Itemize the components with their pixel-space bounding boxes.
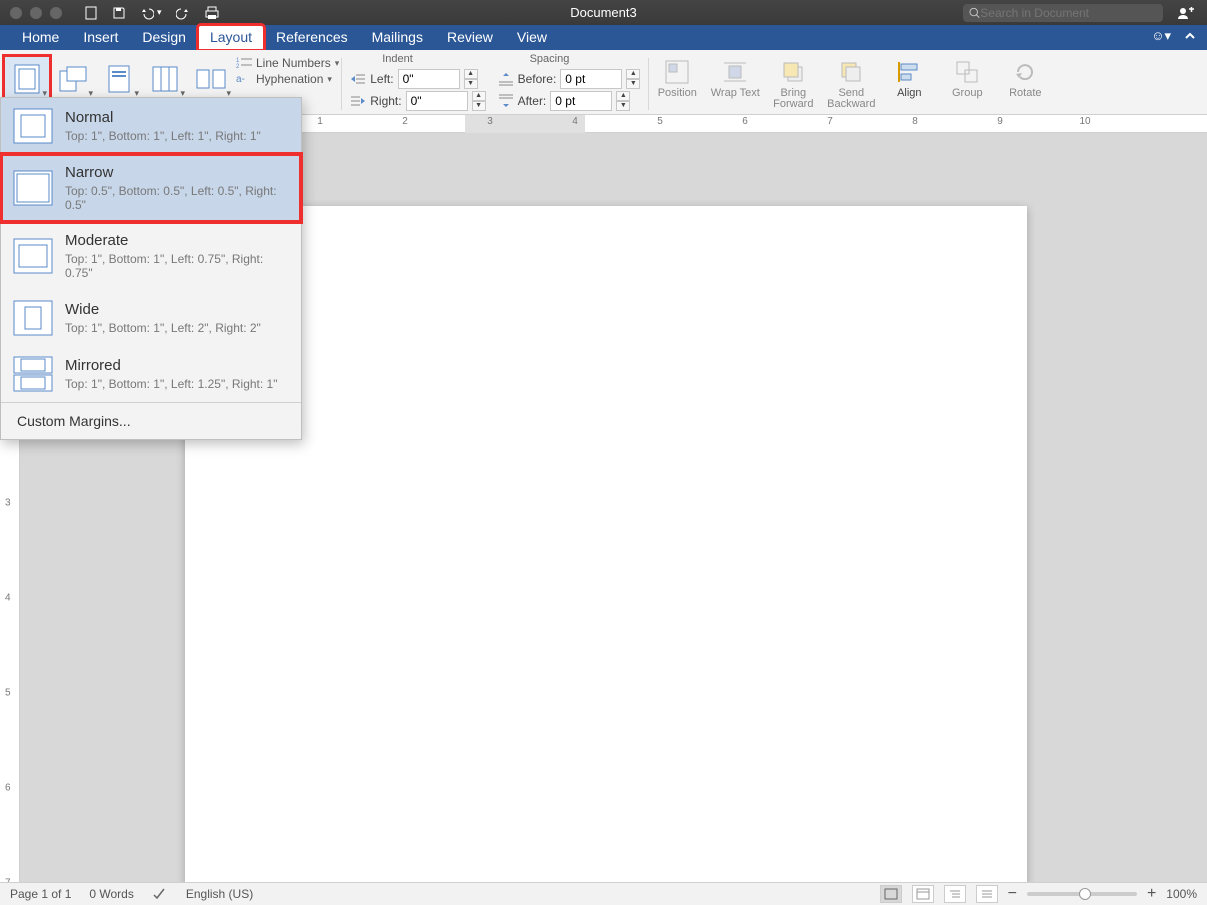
tab-home[interactable]: Home: [10, 25, 71, 50]
indent-right-label: Right:: [370, 94, 401, 108]
ribbon-tabs: Home Insert Design Layout References Mai…: [0, 25, 1207, 50]
tab-references[interactable]: References: [264, 25, 360, 50]
wrap-text-button[interactable]: Wrap Text: [709, 58, 761, 110]
spacing-after-label: After:: [518, 94, 547, 108]
indent-right-spinner[interactable]: ▲▼: [472, 91, 486, 111]
columns-button[interactable]: ▾: [142, 56, 188, 102]
send-backward-button[interactable]: Send Backward: [825, 58, 877, 110]
undo-icon: [140, 6, 154, 20]
page-icon[interactable]: [84, 6, 98, 20]
margin-normal-icon: [13, 108, 53, 144]
spacing-before-label: Before:: [518, 72, 557, 86]
tab-view[interactable]: View: [505, 25, 559, 50]
zoom-window-icon[interactable]: [50, 7, 62, 19]
zoom-level[interactable]: 100%: [1166, 887, 1197, 901]
search-box[interactable]: [963, 4, 1163, 22]
breaks-button[interactable]: ▾: [188, 56, 234, 102]
spellcheck-icon[interactable]: [152, 887, 168, 901]
tab-review[interactable]: Review: [435, 25, 505, 50]
custom-margins-button[interactable]: Custom Margins...: [1, 403, 301, 439]
status-bar: Page 1 of 1 0 Words English (US) − + 100…: [0, 882, 1207, 905]
line-numbers-button[interactable]: 12 Line Numbers▾: [236, 56, 339, 70]
svg-text:2: 2: [236, 64, 240, 70]
arrange-group: Position Wrap Text Bring Forward Send Ba…: [651, 56, 1051, 110]
undo-button[interactable]: ▾: [140, 6, 162, 20]
margin-option-wide[interactable]: WideTop: 1", Bottom: 1", Left: 2", Right…: [1, 290, 301, 346]
spacing-after-spinner[interactable]: ▲▼: [616, 91, 630, 111]
document-page[interactable]: [185, 206, 1027, 882]
margin-option-moderate[interactable]: ModerateTop: 1", Bottom: 1", Left: 0.75"…: [1, 222, 301, 290]
indent-left-input[interactable]: [398, 69, 460, 89]
bring-forward-button[interactable]: Bring Forward: [767, 58, 819, 110]
titlebar: ▾ Document3: [0, 0, 1207, 25]
svg-text:a-: a-: [236, 74, 245, 85]
window-controls[interactable]: [10, 7, 62, 19]
size-button[interactable]: ▾: [96, 56, 142, 102]
spacing-group-label: Spacing: [530, 53, 570, 65]
zoom-slider[interactable]: [1027, 892, 1137, 896]
view-outline-button[interactable]: [944, 885, 966, 903]
tab-mailings[interactable]: Mailings: [360, 25, 435, 50]
quick-access-toolbar: ▾: [84, 6, 220, 20]
view-web-layout-button[interactable]: [912, 885, 934, 903]
margins-button[interactable]: ▾: [4, 56, 50, 102]
status-words[interactable]: 0 Words: [89, 887, 133, 901]
view-draft-button[interactable]: [976, 885, 998, 903]
align-button[interactable]: Align: [883, 58, 935, 110]
feedback-button[interactable]: ☺▾: [1151, 28, 1171, 44]
tab-insert[interactable]: Insert: [71, 25, 130, 50]
spacing-after-icon: [498, 94, 514, 108]
print-icon[interactable]: [204, 6, 220, 20]
save-icon[interactable]: [112, 6, 126, 20]
tab-layout[interactable]: Layout: [198, 25, 264, 50]
line-numbers-icon: 12: [236, 56, 252, 70]
margin-narrow-icon: [13, 170, 53, 206]
tab-design[interactable]: Design: [130, 25, 198, 50]
margins-dropdown: NormalTop: 1", Bottom: 1", Left: 1", Rig…: [0, 97, 302, 440]
redo-icon[interactable]: [176, 6, 190, 20]
share-icon[interactable]: [1177, 6, 1195, 20]
margin-mirrored-icon: [13, 356, 53, 392]
indent-group-label: Indent: [382, 53, 413, 65]
hyphenation-label: Hyphenation: [256, 72, 323, 86]
collapse-ribbon-icon[interactable]: [1183, 29, 1197, 43]
spacing-before-input[interactable]: [560, 69, 622, 89]
indent-left-spinner[interactable]: ▲▼: [464, 69, 478, 89]
view-print-layout-button[interactable]: [880, 885, 902, 903]
margin-option-narrow[interactable]: NarrowTop: 0.5", Bottom: 0.5", Left: 0.5…: [1, 154, 301, 222]
hyphenation-icon: a-: [236, 72, 252, 86]
indent-right-input[interactable]: [406, 91, 468, 111]
document-title: Document3: [570, 5, 636, 20]
indent-left-icon: [350, 72, 366, 86]
hyphenation-button[interactable]: a- Hyphenation▾: [236, 72, 339, 86]
search-input[interactable]: [980, 6, 1157, 20]
close-window-icon[interactable]: [10, 7, 22, 19]
margin-option-normal[interactable]: NormalTop: 1", Bottom: 1", Left: 1", Rig…: [1, 98, 301, 154]
minimize-window-icon[interactable]: [30, 7, 42, 19]
line-numbers-label: Line Numbers: [256, 56, 331, 70]
spacing-before-spinner[interactable]: ▲▼: [626, 69, 640, 89]
rotate-button[interactable]: Rotate: [999, 58, 1051, 110]
margin-moderate-icon: [13, 238, 53, 274]
spacing-before-icon: [498, 72, 514, 86]
orientation-button[interactable]: ▾: [50, 56, 96, 102]
status-language[interactable]: English (US): [186, 887, 253, 901]
position-button[interactable]: Position: [651, 58, 703, 110]
group-button[interactable]: Group: [941, 58, 993, 110]
margin-option-mirrored[interactable]: MirroredTop: 1", Bottom: 1", Left: 1.25"…: [1, 346, 301, 402]
search-icon: [969, 7, 980, 19]
indent-left-label: Left:: [370, 72, 393, 86]
indent-right-icon: [350, 94, 366, 108]
spacing-after-input[interactable]: [550, 91, 612, 111]
margin-wide-icon: [13, 300, 53, 336]
zoom-out-button[interactable]: −: [1008, 885, 1017, 903]
zoom-in-button[interactable]: +: [1147, 885, 1156, 903]
status-page[interactable]: Page 1 of 1: [10, 887, 71, 901]
